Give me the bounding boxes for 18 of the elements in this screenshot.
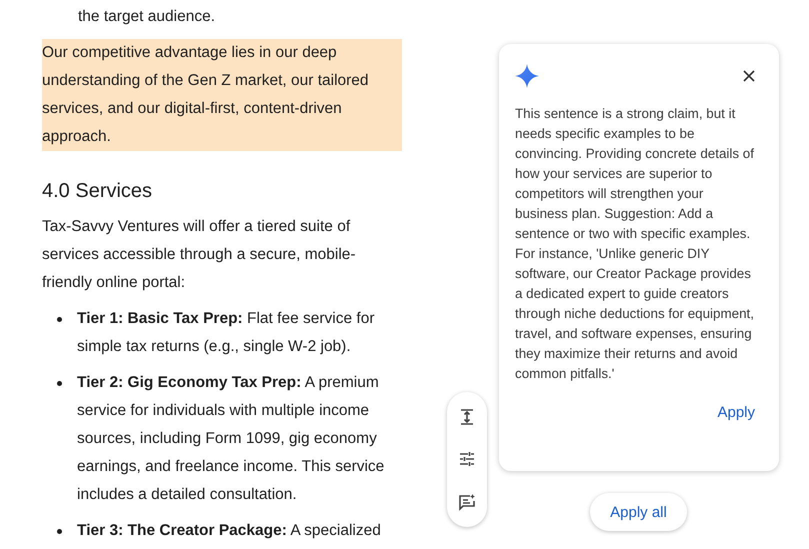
list-item-text: Tier 3: The Creator Package: A specialized [77, 521, 381, 541]
list-item-text: Tier 2: Gig Economy Tax Prep: A premium service for individuals with multiple income sources, including Form 1099, gig economy earnings, and freelance income. This service includes a detailed consultation. [77, 373, 386, 505]
apply-button[interactable]: Apply [713, 400, 759, 425]
expand-icon[interactable] [458, 408, 476, 426]
close-icon[interactable] [743, 70, 755, 82]
paragraph-text: Tax-Savvy Ventures will offer a tiered suite of services accessible through a secure, mobile-friendly online portal: [42, 217, 357, 293]
note-sparkle-icon[interactable] [458, 492, 476, 511]
highlighted-paragraph: Our competitive advantage lies in our deep understanding of the Gen Z market, our tailored services, and our digital-first, content-driven approach. [42, 39, 402, 151]
apply-all-button[interactable]: Apply all [590, 493, 687, 531]
sparkle-icon [515, 64, 539, 88]
bullet-icon [57, 529, 62, 534]
bullet-icon [57, 317, 62, 322]
sliders-icon[interactable] [458, 450, 476, 468]
bullet-icon [57, 381, 62, 386]
section-heading: 4.0 Services [42, 179, 154, 204]
list-item-text: Tier 1: Basic Tax Prep: Flat fee service for simple tax returns (e.g., single W-2 job). [77, 309, 376, 357]
suggestion-text: This sentence is a strong claim, but it needs specific examples to be convincing. Providing concrete details of how your services are superior to competitors will strengthen your business plan. Suggestion: Add a sentence or two with specific examples. For instance, 'Unlike generic DIY software, our Creator Package provides a dedicated expert to guide creators through niche deductions for equipment, travel, and software expenses, ensuring they maximize their returns and avoid common pitfalls.' [515, 105, 755, 383]
paragraph-text: the target audience. [77, 7, 216, 27]
